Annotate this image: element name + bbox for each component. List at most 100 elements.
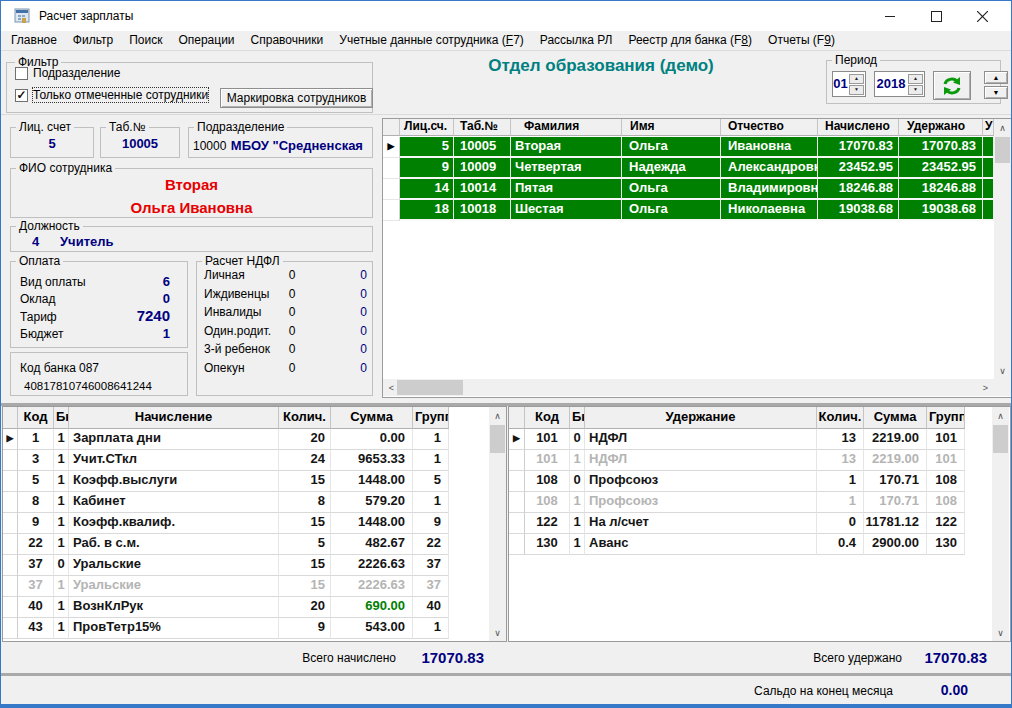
- cell[interactable]: 20: [279, 597, 331, 618]
- column-header[interactable]: Сумма: [331, 407, 413, 429]
- cell[interactable]: 18246.88: [818, 179, 899, 200]
- scroll-up-icon[interactable]: ∧: [489, 407, 506, 424]
- cell[interactable]: 5: [400, 137, 454, 158]
- month-up-icon[interactable]: ▲: [849, 74, 864, 84]
- scroll-up-icon[interactable]: ∧: [994, 119, 1011, 136]
- cell[interactable]: 108: [927, 492, 965, 513]
- column-header[interactable]: Группа: [927, 407, 965, 429]
- cell[interactable]: 0: [817, 513, 864, 534]
- cell[interactable]: 1: [413, 450, 449, 471]
- column-header[interactable]: Таб.№: [454, 119, 511, 136]
- cell[interactable]: 40: [413, 597, 449, 618]
- cell[interactable]: 1: [54, 534, 69, 555]
- menu-item-8[interactable]: Отчеты (F9): [760, 31, 843, 50]
- cell[interactable]: 9: [400, 158, 454, 179]
- cell[interactable]: 2219.00: [864, 429, 927, 450]
- scroll-thumb[interactable]: [995, 137, 1010, 163]
- cell[interactable]: 10009: [454, 158, 511, 179]
- column-header[interactable]: Сумма: [864, 407, 927, 429]
- column-header[interactable]: Отчество: [721, 119, 818, 136]
- cell[interactable]: 22: [413, 534, 449, 555]
- scroll-up-icon[interactable]: ∧: [992, 407, 1009, 424]
- column-header[interactable]: Код: [525, 407, 570, 429]
- cell[interactable]: 19038.68: [899, 200, 983, 221]
- cell[interactable]: Учит.СТкл: [69, 450, 279, 471]
- cell[interactable]: Ольга: [622, 179, 721, 200]
- cell[interactable]: 1: [18, 429, 54, 450]
- month-spinner[interactable]: 01 ▲▼: [832, 71, 866, 97]
- cell[interactable]: 24: [279, 450, 331, 471]
- cell[interactable]: [983, 200, 994, 221]
- cell[interactable]: 108: [525, 492, 570, 513]
- cell[interactable]: Уральские: [69, 576, 279, 597]
- cell[interactable]: Четвертая: [511, 158, 622, 179]
- scroll-thumb[interactable]: [993, 425, 1008, 453]
- cell[interactable]: Николаевна: [721, 200, 818, 221]
- cell[interactable]: 37: [413, 555, 449, 576]
- cell[interactable]: 10005: [454, 137, 511, 158]
- cell[interactable]: 9: [413, 513, 449, 534]
- cell[interactable]: 543.00: [331, 618, 413, 639]
- cell[interactable]: 0.4: [817, 534, 864, 555]
- department-checkbox[interactable]: Подразделение: [15, 66, 120, 80]
- cell[interactable]: 1: [54, 492, 69, 513]
- cell[interactable]: 101: [927, 429, 965, 450]
- cell[interactable]: 8: [18, 492, 54, 513]
- cell[interactable]: 13: [817, 450, 864, 471]
- column-header[interactable]: Имя: [622, 119, 721, 136]
- scroll-down-icon[interactable]: ∨: [489, 624, 506, 641]
- cell[interactable]: 10014: [454, 179, 511, 200]
- cell[interactable]: 1: [54, 450, 69, 471]
- deductions-grid[interactable]: КодБюУдержаниеКолич.СуммаГруппа▶1010НДФЛ…: [508, 406, 1011, 642]
- cell[interactable]: 9653.33: [331, 450, 413, 471]
- cell[interactable]: 1: [413, 618, 449, 639]
- close-button[interactable]: [959, 1, 1005, 31]
- cell[interactable]: 1448.00: [331, 471, 413, 492]
- cell[interactable]: Профсоюз: [585, 471, 817, 492]
- cell[interactable]: 2226.63: [331, 555, 413, 576]
- cell[interactable]: Владимировна: [721, 179, 818, 200]
- cell[interactable]: [983, 179, 994, 200]
- cell[interactable]: 15: [279, 576, 331, 597]
- cell[interactable]: Зарплата дни: [69, 429, 279, 450]
- cell[interactable]: 20: [279, 429, 331, 450]
- cell[interactable]: 170.71: [864, 471, 927, 492]
- cell[interactable]: 15: [279, 513, 331, 534]
- column-header[interactable]: Группа: [413, 407, 449, 429]
- cell[interactable]: 5: [18, 471, 54, 492]
- scroll-down-icon[interactable]: ∨: [994, 362, 1011, 379]
- cell[interactable]: 1: [817, 471, 864, 492]
- scroll-down-icon[interactable]: ∨: [992, 624, 1009, 641]
- cell[interactable]: 13: [817, 429, 864, 450]
- column-header[interactable]: У: [983, 119, 994, 136]
- cell[interactable]: 40: [18, 597, 54, 618]
- menu-item-5[interactable]: Учетные данные сотрудника (F7): [331, 31, 532, 50]
- cell[interactable]: На л/счет: [585, 513, 817, 534]
- cell[interactable]: 1: [570, 534, 585, 555]
- cell[interactable]: Ивановна: [721, 137, 818, 158]
- cell[interactable]: 5: [279, 534, 331, 555]
- maximize-button[interactable]: [913, 1, 959, 31]
- cell[interactable]: Коэфф.квалиф.: [69, 513, 279, 534]
- cell[interactable]: 1: [54, 429, 69, 450]
- menu-item-7[interactable]: Реестр для банка (F8): [620, 31, 760, 50]
- cell[interactable]: 3: [18, 450, 54, 471]
- cell[interactable]: 1: [817, 492, 864, 513]
- cell[interactable]: 17070.83: [818, 137, 899, 158]
- menu-item-1[interactable]: Фильтр: [65, 31, 121, 50]
- cell[interactable]: 15: [279, 471, 331, 492]
- scroll-thumb[interactable]: [397, 380, 463, 395]
- cell[interactable]: Раб. в с.м.: [69, 534, 279, 555]
- cell[interactable]: 5: [413, 471, 449, 492]
- cell[interactable]: Коэфф.выслуги: [69, 471, 279, 492]
- column-header[interactable]: Бю: [570, 407, 585, 429]
- cell[interactable]: Пятая: [511, 179, 622, 200]
- cell[interactable]: 101: [927, 450, 965, 471]
- column-header[interactable]: Колич.: [279, 407, 331, 429]
- year-value[interactable]: 2018: [875, 72, 907, 96]
- menu-item-2[interactable]: Поиск: [121, 31, 170, 50]
- cell[interactable]: 2219.00: [864, 450, 927, 471]
- department-checkbox-box[interactable]: [15, 67, 28, 80]
- year-down-icon[interactable]: ▼: [908, 85, 923, 95]
- cell[interactable]: 122: [927, 513, 965, 534]
